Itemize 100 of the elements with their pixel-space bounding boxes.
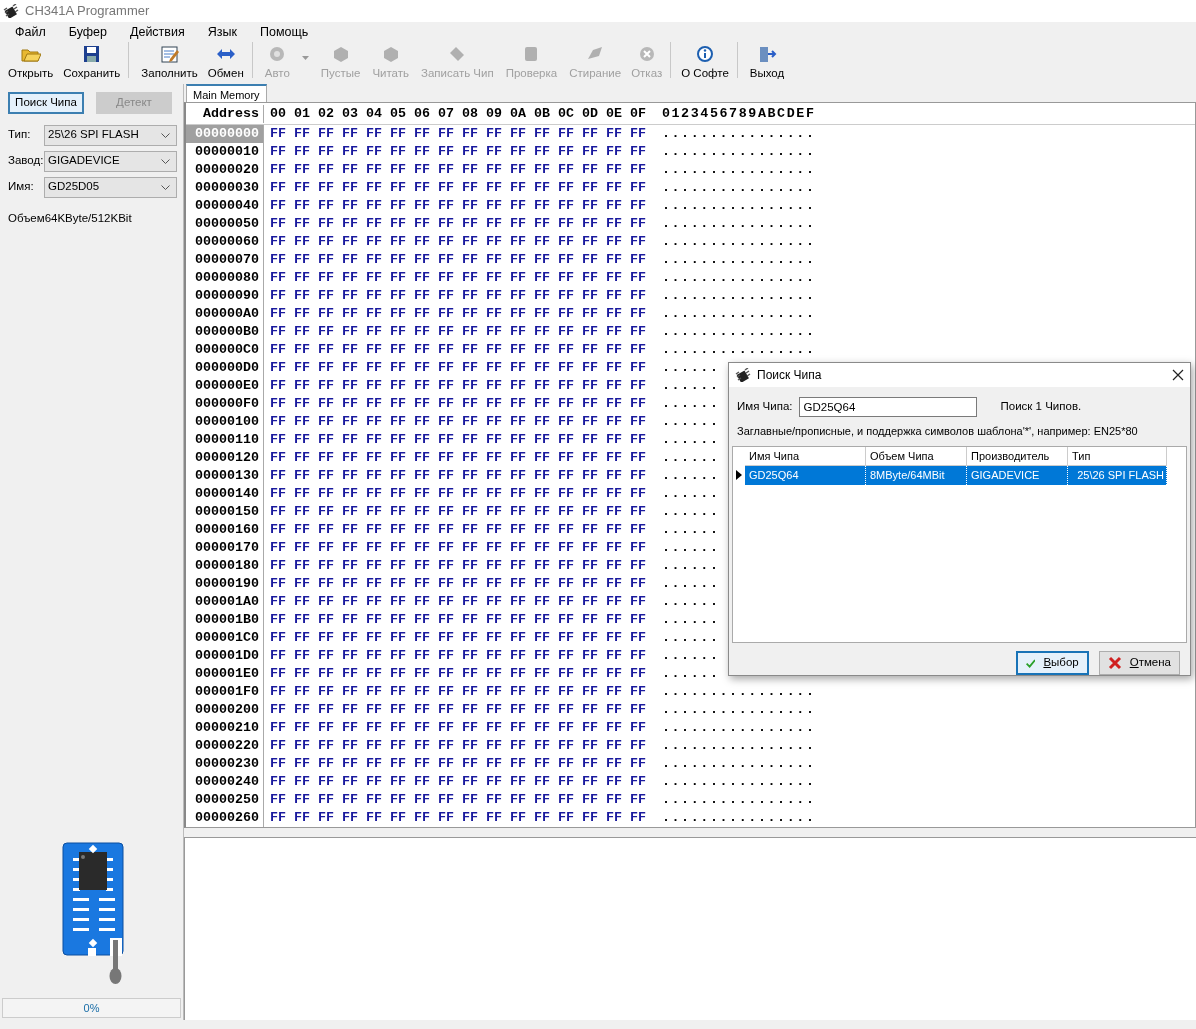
address-cell: 00000190	[186, 575, 264, 593]
hex-bytes: FF FF FF FF FF FF FF FF FF FF FF FF FF FF FF FF	[270, 647, 646, 665]
dropdown[interactable]: GD25D05	[44, 176, 177, 198]
ascii-text: ......	[661, 395, 720, 413]
hex-bytes: FF FF FF FF FF FF FF FF FF FF FF FF FF FF FF FF	[270, 539, 646, 557]
ascii-text: ................	[661, 701, 816, 719]
ascii-text: ......	[661, 485, 720, 503]
hex-bytes: FF FF FF FF FF FF FF FF FF FF FF FF FF FF FF FF	[270, 143, 646, 161]
hex-bytes: FF FF FF FF FF FF FF FF FF FF FF FF FF FF FF FF	[270, 737, 646, 755]
hex-bytes: FF FF FF FF FF FF FF FF FF FF FF FF FF FF FF FF	[270, 161, 646, 179]
ascii-text: ................	[661, 791, 816, 809]
hex-bytes: FF FF FF FF FF FF FF FF FF FF FF FF FF FF FF FF	[270, 305, 646, 323]
hex-bytes: FF FF FF FF FF FF FF FF FF FF FF FF FF FF FF FF	[270, 413, 646, 431]
ascii-text: ......	[661, 467, 720, 485]
address-cell: 000001A0	[186, 593, 264, 611]
ascii-text: ......	[661, 575, 720, 593]
hex-bytes: FF FF FF FF FF FF FF FF FF FF FF FF FF FF FF FF	[270, 341, 646, 359]
ascii-text: ......	[661, 665, 720, 683]
row-pointer-icon	[736, 470, 742, 480]
hex-bytes: FF FF FF FF FF FF FF FF FF FF FF FF FF FF FF FF	[270, 197, 646, 215]
ascii-text: ................	[661, 179, 816, 197]
floppy-icon	[81, 45, 102, 63]
toolbar-button[interactable]: Обмен	[203, 42, 253, 78]
ascii-text: ................	[661, 161, 816, 179]
dropdown[interactable]: 25\26 SPI FLASH	[44, 124, 177, 146]
hex-bytes: FF FF FF FF FF FF FF FF FF FF FF FF FF FF FF FF	[270, 701, 646, 719]
button[interactable]: Поиск Чипа	[8, 92, 84, 114]
address-cell: 00000020	[186, 161, 264, 179]
toolbar-button[interactable]: Заполнить	[137, 42, 202, 84]
ascii-text: ......	[661, 377, 720, 395]
hex-bytes: FF FF FF FF FF FF FF FF FF FF FF FF FF FF FF FF	[270, 629, 646, 647]
tab[interactable]: Main Memory	[186, 84, 267, 102]
ascii-text: ......	[661, 647, 720, 665]
hex-bytes: FF FF FF FF FF FF FF FF FF FF FF FF FF FF FF FF	[270, 485, 646, 503]
hex-bytes: FF FF FF FF FF FF FF FF FF FF FF FF FF FF FF FF	[270, 359, 646, 377]
hex-bytes: FF FF FF FF FF FF FF FF FF FF FF FF FF FF FF FF	[270, 323, 646, 341]
dropdown[interactable]: GIGADEVICE	[44, 150, 177, 172]
ascii-text: ................	[661, 215, 816, 233]
notepad-icon	[159, 45, 180, 63]
ascii-text: ................	[661, 323, 816, 341]
cancel-button[interactable]: Отмена	[1098, 650, 1180, 675]
ascii-text: ................	[661, 773, 816, 791]
address-cell: 00000240	[186, 773, 264, 791]
toolbar-button[interactable]: О Софте	[677, 42, 738, 78]
ascii-text: ................	[661, 125, 816, 143]
ascii-text: ................	[661, 287, 816, 305]
hex-bytes: FF FF FF FF FF FF FF FF FF FF FF FF FF FF FF FF	[270, 467, 646, 485]
info-icon	[695, 45, 715, 63]
window-title: CH341A Programmer	[25, 2, 150, 21]
address-cell: 000001C0	[186, 629, 264, 647]
ascii-text: ................	[661, 719, 816, 737]
ascii-text: ......	[661, 521, 720, 539]
menu-item[interactable]: Помощь	[250, 22, 323, 42]
hex-bytes: FF FF FF FF FF FF FF FF FF FF FF FF FF FF FF FF	[270, 503, 646, 521]
hex-bytes: FF FF FF FF FF FF FF FF FF FF FF FF FF FF FF FF	[270, 521, 646, 539]
hex-bytes: FF FF FF FF FF FF FF FF FF FF FF FF FF FF FF FF	[270, 125, 646, 143]
ascii-text: ......	[661, 539, 720, 557]
progress-text: 0%	[83, 1000, 100, 1016]
address-cell: 000000A0	[186, 305, 264, 323]
column-header: Производитель	[967, 446, 1068, 466]
address-cell: 000001D0	[186, 647, 264, 665]
menu-item[interactable]: Язык	[198, 22, 251, 42]
hex-bytes: FF FF FF FF FF FF FF FF FF FF FF FF FF FF FF FF	[270, 773, 646, 791]
hex-bytes: FF FF FF FF FF FF FF FF FF FF FF FF FF FF FF FF	[270, 683, 646, 701]
toolbar-button[interactable]: Сохранить	[59, 42, 130, 78]
size-label: Объем64KByte/512KBit	[8, 211, 133, 226]
address-cell: 00000000	[186, 125, 264, 143]
ascii-text: ......	[661, 611, 720, 629]
address-cell: 00000030	[186, 179, 264, 197]
dialog-title: Поиск Чипа	[757, 367, 823, 384]
address-cell: 00000110	[186, 431, 264, 449]
menu-item[interactable]: Буфер	[59, 22, 121, 42]
column-header: Address	[186, 104, 264, 123]
ok-button[interactable]: Выбор	[1015, 650, 1089, 675]
ascii-text: ................	[661, 269, 816, 287]
column-header: Имя Чипа	[745, 446, 866, 466]
address-cell: 00000050	[186, 215, 264, 233]
close-icon[interactable]	[1172, 369, 1184, 381]
hex-bytes: FF FF FF FF FF FF FF FF FF FF FF FF FF FF FF FF	[270, 233, 646, 251]
hex-bytes: FF FF FF FF FF FF FF FF FF FF FF FF FF FF FF FF	[270, 755, 646, 773]
ascii-text: ................	[661, 305, 816, 323]
hex-bytes: FF FF FF FF FF FF FF FF FF FF FF FF FF FF FF FF	[270, 611, 646, 629]
toolbar-button[interactable]: Открыть	[4, 42, 58, 84]
hex-bytes: FF FF FF FF FF FF FF FF FF FF FF FF FF FF FF FF	[270, 593, 646, 611]
menu-item[interactable]: Действия	[120, 22, 199, 42]
exit-door-icon	[757, 45, 777, 63]
ascii-text: ................	[661, 341, 816, 359]
address-cell: 00000160	[186, 521, 264, 539]
menu-item[interactable]: Файл	[6, 22, 60, 42]
table-row[interactable]: GD25Q64 8MByte/64MBit GIGADEVICE 25\26 SPI FLASH	[733, 465, 1186, 485]
hex-bytes: FF FF FF FF FF FF FF FF FF FF FF FF FF FF FF FF	[270, 809, 646, 827]
input-field[interactable]: GD25Q64	[798, 397, 977, 417]
toolbar-button[interactable]: Выход	[745, 42, 789, 84]
ascii-text: ......	[661, 557, 720, 575]
chevron-icon	[161, 132, 170, 138]
hex-bytes: FF FF FF FF FF FF FF FF FF FF FF FF FF FF FF FF	[270, 575, 646, 593]
ascii-text: ......	[661, 359, 720, 377]
address-cell: 00000080	[186, 269, 264, 287]
ascii-text: ................	[661, 197, 816, 215]
hex-bytes: FF FF FF FF FF FF FF FF FF FF FF FF FF FF FF FF	[270, 719, 646, 737]
